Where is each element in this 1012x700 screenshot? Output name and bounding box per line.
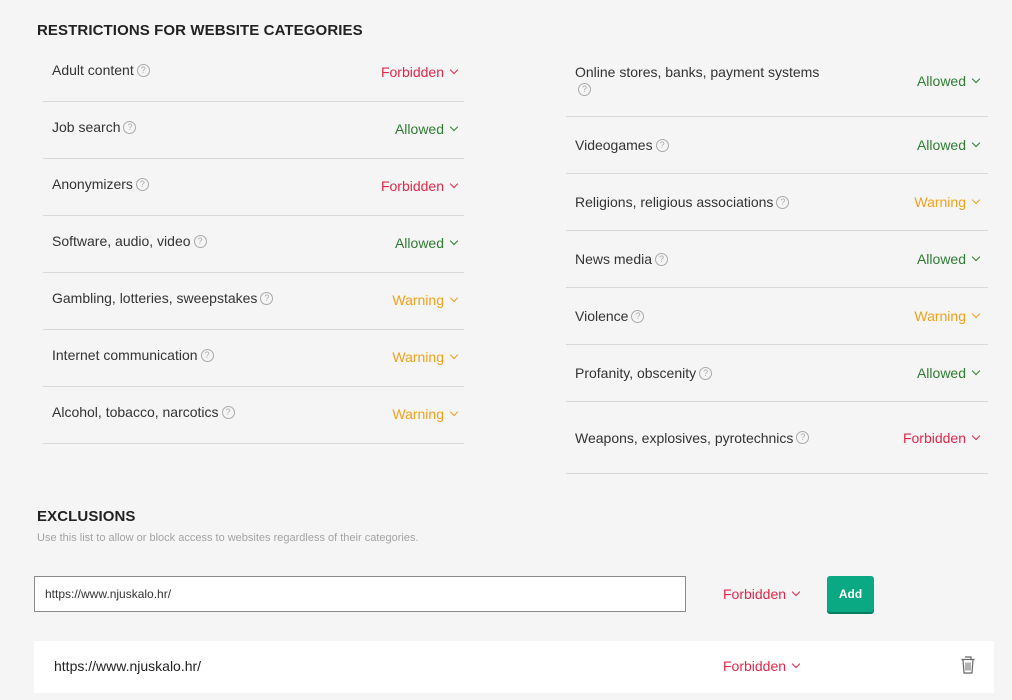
category-row: Weapons, explosives, pyrotechnics? Forbi…: [566, 402, 988, 474]
category-row: Anonymizers? Forbidden: [43, 159, 464, 216]
help-icon[interactable]: ?: [655, 138, 669, 152]
help-icon[interactable]: ?: [200, 348, 214, 362]
category-label: News media: [575, 251, 653, 267]
category-status-dropdown[interactable]: Warning: [392, 387, 464, 422]
category-status-dropdown[interactable]: Allowed: [917, 137, 988, 153]
exclusion-url: https://www.njuskalo.hr/: [54, 658, 202, 674]
category-label: Gambling, lotteries, sweepstakes: [52, 290, 258, 306]
category-label: Internet communication: [52, 347, 198, 363]
category-status-dropdown[interactable]: Warning: [914, 308, 988, 324]
help-icon[interactable]: ?: [776, 195, 790, 209]
category-label: Religions, religious associations: [575, 194, 774, 210]
category-label: Violence: [575, 308, 629, 324]
category-label: Job search: [52, 119, 121, 135]
exclusions-title: EXCLUSIONS: [37, 508, 136, 525]
chevron-down-icon: [971, 138, 981, 148]
exclusion-url-input[interactable]: [34, 576, 686, 612]
category-label: Online stores, banks, payment systems: [575, 63, 820, 80]
help-icon[interactable]: ?: [796, 431, 810, 445]
chevron-down-icon: [971, 74, 981, 83]
category-row: Internet communication? Warning: [43, 330, 464, 387]
category-row: Violence? Warning: [566, 288, 988, 345]
category-row: Software, audio, video? Allowed: [43, 216, 464, 273]
category-row: Videogames? Allowed: [566, 117, 988, 174]
chevron-down-icon: [971, 431, 981, 440]
category-label: Weapons, explosives, pyrotechnics: [575, 429, 794, 446]
category-status-dropdown[interactable]: Allowed: [395, 102, 464, 137]
category-status-dropdown[interactable]: Warning: [392, 273, 464, 308]
category-status-dropdown[interactable]: Forbidden: [381, 159, 464, 194]
help-icon[interactable]: ?: [631, 309, 645, 323]
chevron-down-icon: [449, 122, 459, 132]
help-icon[interactable]: ?: [699, 366, 713, 380]
exclusions-description: Use this list to allow or block access t…: [37, 532, 419, 544]
help-icon[interactable]: ?: [655, 252, 669, 266]
chevron-down-icon: [449, 350, 459, 360]
category-row: Gambling, lotteries, sweepstakes? Warnin…: [43, 273, 464, 330]
new-exclusion-status-dropdown[interactable]: Forbidden: [723, 586, 801, 602]
category-status-dropdown[interactable]: Allowed: [917, 365, 988, 381]
category-row: Online stores, banks, payment systems? A…: [566, 45, 988, 117]
exclusion-list-item: https://www.njuskalo.hr/ Forbidden: [34, 641, 994, 693]
category-label: Software, audio, video: [52, 233, 191, 249]
category-label: Videogames: [575, 137, 653, 153]
chevron-down-icon: [449, 293, 459, 303]
help-icon[interactable]: ?: [123, 120, 137, 134]
category-row: Alcohol, tobacco, narcotics? Warning: [43, 387, 464, 444]
category-label: Alcohol, tobacco, narcotics: [52, 404, 219, 420]
chevron-down-icon: [971, 195, 981, 205]
chevron-down-icon: [449, 407, 459, 417]
category-row: Religions, religious associations? Warni…: [566, 174, 988, 231]
help-icon[interactable]: ?: [260, 291, 274, 305]
category-label: Profanity, obscenity: [575, 365, 697, 381]
chevron-down-icon: [449, 65, 459, 75]
help-icon[interactable]: ?: [578, 83, 591, 97]
trash-icon[interactable]: [960, 655, 976, 675]
chevron-down-icon: [791, 587, 801, 597]
categories-left-column: Adult content? Forbidden Job search? All…: [43, 45, 464, 444]
help-icon[interactable]: ?: [135, 177, 149, 191]
category-status-dropdown[interactable]: Warning: [914, 194, 988, 210]
add-button[interactable]: Add: [827, 576, 874, 612]
category-label: Anonymizers: [52, 176, 133, 192]
category-row: News media? Allowed: [566, 231, 988, 288]
chevron-down-icon: [449, 236, 459, 246]
category-row: Adult content? Forbidden: [43, 45, 464, 102]
help-icon[interactable]: ?: [221, 405, 235, 419]
exclusion-status-dropdown[interactable]: Forbidden: [723, 658, 801, 674]
restrictions-title: RESTRICTIONS FOR WEBSITE CATEGORIES: [37, 22, 363, 39]
category-status-dropdown[interactable]: Allowed: [917, 73, 988, 89]
category-status-dropdown[interactable]: Allowed: [917, 251, 988, 267]
category-label: Adult content: [52, 62, 134, 78]
chevron-down-icon: [971, 252, 981, 262]
category-status-dropdown[interactable]: Allowed: [395, 216, 464, 251]
categories-right-column: Online stores, banks, payment systems? A…: [566, 45, 988, 474]
chevron-down-icon: [449, 179, 459, 189]
chevron-down-icon: [971, 309, 981, 319]
category-status-dropdown[interactable]: Forbidden: [381, 45, 464, 80]
help-icon[interactable]: ?: [136, 63, 150, 77]
category-status-dropdown[interactable]: Forbidden: [903, 430, 988, 446]
parental-control-page: RESTRICTIONS FOR WEBSITE CATEGORIES Adul…: [0, 0, 1012, 700]
help-icon[interactable]: ?: [193, 234, 207, 248]
category-row: Profanity, obscenity? Allowed: [566, 345, 988, 402]
chevron-down-icon: [791, 659, 801, 669]
category-row: Job search? Allowed: [43, 102, 464, 159]
category-status-dropdown[interactable]: Warning: [392, 330, 464, 365]
chevron-down-icon: [971, 366, 981, 376]
